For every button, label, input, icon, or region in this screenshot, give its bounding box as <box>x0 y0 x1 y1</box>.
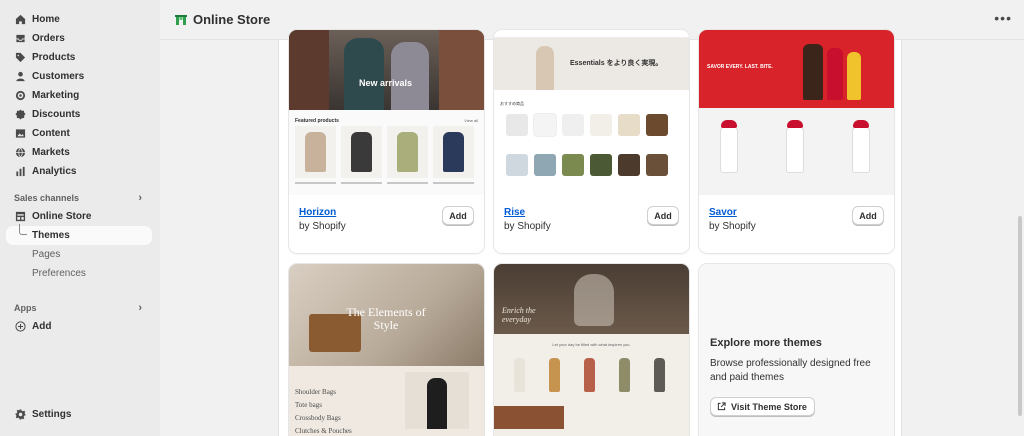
hero-subtext: Let your day be filled with what inspire… <box>552 342 631 347</box>
theme-name-link[interactable]: Rise <box>504 207 525 218</box>
visit-theme-store-button[interactable]: Visit Theme Store <box>710 397 815 416</box>
chevron-right-icon: › <box>138 192 142 204</box>
theme-meta: Rise by Shopify Add <box>494 195 689 243</box>
theme-preview: SAVOR EVERY. LAST. BITE. <box>699 30 894 195</box>
sidebar-item-orders[interactable]: Orders <box>0 29 154 48</box>
sidebar-item-pages[interactable]: Pages <box>0 245 160 264</box>
sidebar-item-label: Add <box>32 321 52 332</box>
model-image <box>405 372 469 429</box>
sidebar-item-label: Analytics <box>32 166 77 177</box>
theme-preview: Essentials をより良く実現。 おすすめ商品 <box>494 30 689 195</box>
theme-card-everyday[interactable]: Enrich the everyday Let your day be fill… <box>494 264 689 436</box>
person-icon <box>14 71 26 83</box>
sidebar-item-content[interactable]: Content <box>0 124 154 143</box>
app-window: Home Orders Products Customers Marketing… <box>0 0 1024 436</box>
orders-icon <box>14 33 26 45</box>
sidebar-item-markets[interactable]: Markets <box>0 143 154 162</box>
product-thumb <box>387 126 428 178</box>
theme-meta: Horizon by Shopify Add <box>289 195 484 243</box>
theme-name-link[interactable]: Horizon <box>299 207 336 218</box>
hero-text: SAVOR EVERY. LAST. BITE. <box>707 64 773 70</box>
theme-preview: The Elements of Style Shoulder Bags Tote… <box>289 264 484 436</box>
external-link-icon <box>717 402 726 411</box>
discount-icon <box>14 109 26 121</box>
theme-preview: New arrivals Featured products View all <box>289 30 484 195</box>
globe-icon <box>14 147 26 159</box>
more-actions-button[interactable]: ••• <box>994 11 1012 25</box>
sidebar-item-themes[interactable]: Themes <box>6 224 152 245</box>
theme-preview: Enrich the everyday Let your day be fill… <box>494 264 689 436</box>
sidebar-item-customers[interactable]: Customers <box>0 67 154 86</box>
sidebar-item-discounts[interactable]: Discounts <box>0 105 154 124</box>
add-theme-button[interactable]: Add <box>442 206 474 225</box>
theme-name-link[interactable]: Savor <box>709 207 737 218</box>
plus-circle-icon <box>14 321 26 333</box>
chevron-right-icon: › <box>138 302 142 314</box>
online-store-logo-icon <box>175 14 187 25</box>
sidebar-item-settings[interactable]: Settings <box>0 405 154 424</box>
theme-card-rise[interactable]: Essentials をより良く実現。 おすすめ商品 Rise by Shopi… <box>494 30 689 253</box>
section-caption: おすすめ商品 <box>500 101 524 106</box>
add-theme-button[interactable]: Add <box>852 206 884 225</box>
gear-icon <box>14 409 26 421</box>
theme-card-horizon[interactable]: New arrivals Featured products View all … <box>289 30 484 253</box>
category-list: Shoulder Bags Tote bags Crossbody Bags C… <box>295 388 352 435</box>
theme-author: by Shopify <box>299 221 346 232</box>
kettle-image <box>574 274 614 326</box>
sidebar-item-label: Orders <box>32 33 65 44</box>
sidebar-item-label: Marketing <box>32 90 80 101</box>
product-thumb <box>295 126 336 178</box>
store-icon <box>14 211 26 223</box>
sidebar-item-products[interactable]: Products <box>0 48 154 67</box>
sidebar-item-add-app[interactable]: Add <box>0 317 154 336</box>
sidebar-item-label: Content <box>32 128 70 139</box>
sidebar-item-label: Products <box>32 52 76 63</box>
vertical-scrollbar[interactable] <box>1018 216 1022 416</box>
sidebar-item-preferences[interactable]: Preferences <box>0 264 160 283</box>
hero-image <box>289 30 484 110</box>
hero-text: Enrich the everyday <box>502 306 536 324</box>
home-icon <box>14 14 26 26</box>
sidebar-item-label: Customers <box>32 71 85 82</box>
product-thumb <box>341 126 382 178</box>
view-all-link: View all <box>464 118 478 123</box>
add-theme-button[interactable]: Add <box>647 206 679 225</box>
sidebar-item-home[interactable]: Home <box>0 10 154 29</box>
tag-icon <box>14 52 26 64</box>
theme-meta: Savor by Shopify Add <box>699 195 894 243</box>
explore-themes-card: Explore more themes Browse professionall… <box>699 264 894 436</box>
hero-text: The Elements of Style <box>346 305 426 332</box>
theme-library: New arrivals Featured products View all … <box>278 30 902 436</box>
apps-heading[interactable]: Apps › <box>0 299 160 317</box>
sales-channels-heading[interactable]: Sales channels › <box>0 189 160 207</box>
sidebar-item-label: Home <box>32 14 60 25</box>
hero-text: New arrivals <box>359 78 413 88</box>
image-icon <box>14 128 26 140</box>
theme-card-savor[interactable]: SAVOR EVERY. LAST. BITE. Savor by Shopif… <box>699 30 894 253</box>
sidebar: Home Orders Products Customers Marketing… <box>0 0 160 436</box>
hero-text: Essentials をより良く実現。 <box>570 60 663 67</box>
sidebar-item-marketing[interactable]: Marketing <box>0 86 154 105</box>
page-title: Online Store <box>193 12 271 27</box>
product-thumb <box>433 126 474 178</box>
theme-card-elements[interactable]: The Elements of Style Shoulder Bags Tote… <box>289 264 484 436</box>
sidebar-item-analytics[interactable]: Analytics <box>0 162 154 181</box>
sidebar-item-label: Discounts <box>32 109 81 120</box>
explore-description: Browse professionally designed free and … <box>710 358 871 383</box>
sidebar-item-label: Online Store <box>32 211 92 222</box>
target-icon <box>14 90 26 102</box>
sidebar-item-label: Markets <box>32 147 70 158</box>
sidebar-item-label: Settings <box>32 409 72 420</box>
main-area: New arrivals Featured products View all … <box>160 30 1024 436</box>
chart-icon <box>14 166 26 178</box>
theme-author: by Shopify <box>709 221 756 232</box>
theme-author: by Shopify <box>504 221 551 232</box>
explore-title: Explore more themes <box>710 337 822 349</box>
tree-connector <box>19 224 27 235</box>
featured-heading: Featured products <box>295 118 339 124</box>
